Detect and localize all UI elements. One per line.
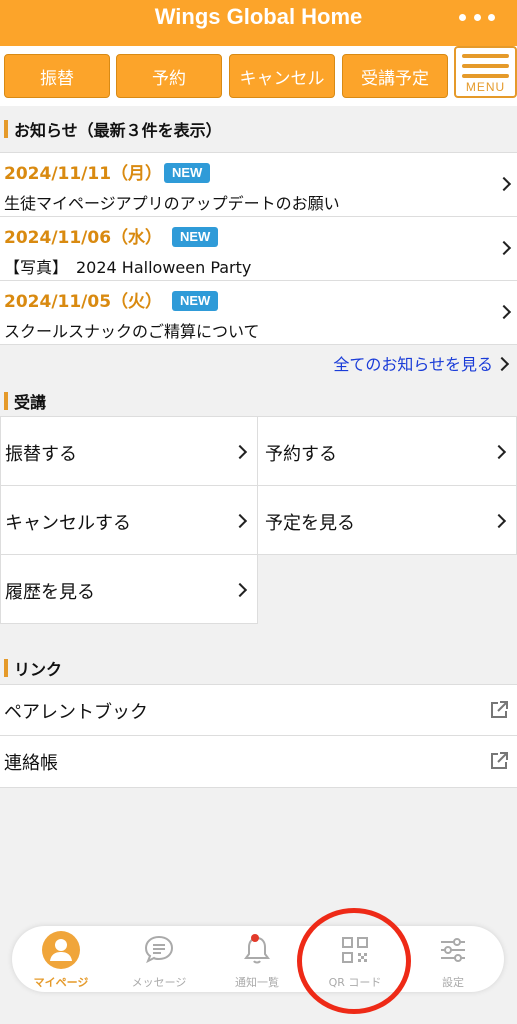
chevron-right-icon: [496, 176, 512, 192]
cell-label: 履歴を見る: [5, 582, 95, 603]
tab-settings[interactable]: 設定: [404, 926, 502, 992]
links-list: ペアレントブック 連絡帳: [0, 684, 517, 788]
chevron-right-icon: [232, 513, 248, 529]
lessons-grid: 振替する 予約する キャンセルする 予定を見る 履歴を見る: [0, 416, 517, 626]
tab-mypage[interactable]: マイページ: [12, 926, 110, 992]
chevron-right-icon: [494, 356, 510, 372]
cancel-button[interactable]: キャンセル: [229, 54, 335, 98]
news-item[interactable]: 2024/11/11（月） NEW 生徒マイページアプリのアップデートのお願い: [0, 153, 517, 217]
schedule-cell[interactable]: 予定を見る: [257, 485, 517, 555]
new-badge: NEW: [172, 227, 219, 247]
news-item[interactable]: 2024/11/05（火） NEW スクールスナックのご精算について: [0, 281, 517, 345]
news-section-title: お知らせ（最新３件を表示）: [14, 121, 222, 140]
history-cell[interactable]: 履歴を見る: [0, 554, 258, 624]
cancel-cell[interactable]: キャンセルする: [0, 485, 258, 555]
external-link-icon: [491, 701, 508, 718]
chevron-right-icon: [491, 444, 507, 460]
chevron-right-icon: [232, 444, 248, 460]
lessons-section-title: 受講: [14, 393, 47, 412]
qr-highlight-circle: [297, 908, 411, 1014]
news-title: スクールスナックのご精算について: [4, 322, 260, 341]
new-badge: NEW: [164, 163, 211, 183]
news-item[interactable]: 2024/11/06（水） NEW 【写真】 2024 Halloween Pa…: [0, 217, 517, 281]
news-section-header: お知らせ（最新３件を表示）: [0, 112, 517, 146]
external-link-icon: [491, 752, 508, 769]
app-header: Wings Global Home: [0, 0, 517, 46]
news-list: 2024/11/11（月） NEW 生徒マイページアプリのアップデートのお願い …: [0, 152, 517, 345]
top-button-bar: 振替 予約 キャンセル 受講予定 MENU: [0, 46, 517, 106]
news-date: 2024/11/11（月）: [4, 164, 163, 184]
notification-dot: [251, 934, 259, 942]
sliders-icon: [433, 932, 473, 968]
link-label: 連絡帳: [4, 753, 58, 774]
contact-book-link[interactable]: 連絡帳: [0, 736, 517, 787]
news-title: 生徒マイページアプリのアップデートのお願い: [4, 194, 340, 213]
menu-label: MENU: [465, 80, 506, 94]
all-news-row: 全てのお知らせを見る: [0, 345, 517, 381]
news-title: 【写真】 2024 Halloween Party: [4, 258, 252, 277]
app-title: Wings Global Home: [154, 4, 363, 29]
cell-label: 予定を見る: [265, 513, 355, 534]
hamburger-icon: [462, 54, 509, 58]
more-dots-icon[interactable]: [459, 10, 495, 24]
app-screen: Wings Global Home 振替 予約 キャンセル 受講予定 MENU …: [0, 0, 517, 1024]
menu-button[interactable]: MENU: [454, 46, 517, 98]
all-news-link[interactable]: 全てのお知らせを見る: [333, 351, 493, 375]
transfer-cell[interactable]: 振替する: [0, 416, 258, 486]
chat-icon: [139, 932, 179, 968]
chevron-right-icon: [232, 582, 248, 598]
cell-label: キャンセルする: [5, 513, 131, 534]
cell-label: 振替する: [5, 444, 77, 465]
news-date: 2024/11/06（水）: [4, 228, 163, 248]
tab-label: 通知一覧: [235, 976, 279, 989]
tab-label: 設定: [442, 976, 464, 989]
bottom-tab-bar: マイページ メッセージ 通知一覧 QR コード 設定: [12, 926, 504, 992]
tab-messages[interactable]: メッセージ: [110, 926, 208, 992]
link-label: ペアレントブック: [4, 702, 148, 723]
tab-label: メッセージ: [131, 976, 187, 989]
tab-label: マイページ: [33, 976, 89, 989]
news-date: 2024/11/05（火）: [4, 292, 163, 312]
schedule-button[interactable]: 受講予定: [342, 54, 448, 98]
chevron-right-icon: [496, 304, 512, 320]
links-section-header: リンク: [0, 651, 517, 685]
parent-book-link[interactable]: ペアレントブック: [0, 685, 517, 736]
user-icon: [41, 931, 81, 969]
new-badge: NEW: [172, 291, 219, 311]
chevron-right-icon: [496, 240, 512, 256]
lessons-section-header: 受講: [0, 384, 517, 418]
transfer-button[interactable]: 振替: [4, 54, 110, 98]
bell-icon: [237, 932, 277, 968]
chevron-right-icon: [491, 513, 507, 529]
tab-notifications[interactable]: 通知一覧: [208, 926, 306, 992]
reserve-button[interactable]: 予約: [116, 54, 222, 98]
cell-label: 予約する: [265, 444, 337, 465]
reserve-cell[interactable]: 予約する: [257, 416, 517, 486]
links-section-title: リンク: [14, 660, 63, 679]
